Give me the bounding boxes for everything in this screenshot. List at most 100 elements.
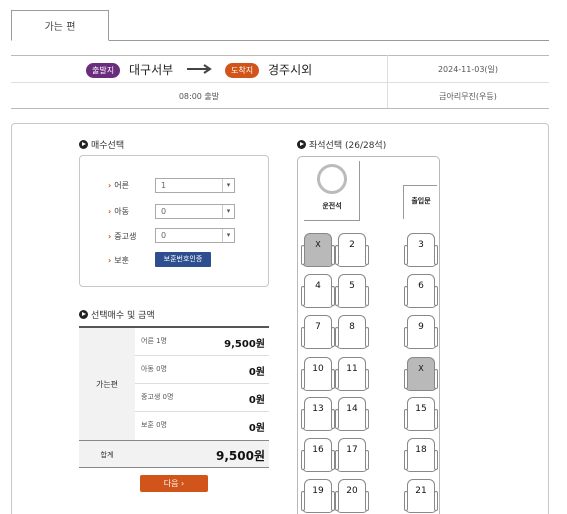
seat-number: 14 <box>346 404 358 414</box>
seat-base <box>336 462 368 472</box>
seat[interactable]: 10 <box>301 357 335 393</box>
driver-area: 운전석 <box>304 161 360 221</box>
seat-base <box>302 257 334 267</box>
seat-number: 19 <box>312 486 324 496</box>
trip-label: 가는편 <box>79 328 135 440</box>
booking-panel: 매수선택 어른 1 ▾ 아동 0 ▾ 중고생 0 ▾ 보훈 보훈번호인증 선택매… <box>11 123 549 514</box>
seat[interactable]: 9 <box>404 315 438 351</box>
seat-base <box>405 421 437 431</box>
seat-base <box>336 339 368 349</box>
section-title-text: 매수선택 <box>91 141 125 151</box>
seat[interactable]: 11 <box>335 357 369 393</box>
fare-total-row: 합계 9,500원 <box>79 440 269 468</box>
seat-base <box>405 503 437 513</box>
seat-base <box>336 503 368 513</box>
seat-base <box>336 257 368 267</box>
seat-number: 6 <box>418 281 424 291</box>
fare-row-label: 보훈 0명 <box>141 421 167 429</box>
seat[interactable]: 16 <box>301 438 335 474</box>
seat-base <box>405 462 437 472</box>
seat-number: 15 <box>415 404 427 414</box>
fare-row-label: 중고생 0명 <box>141 393 174 401</box>
seat-number: 20 <box>346 486 358 496</box>
seat-base <box>302 339 334 349</box>
seat-number: 5 <box>349 281 355 291</box>
seat[interactable]: 8 <box>335 315 369 351</box>
divider <box>11 55 549 56</box>
arrival-city: 경주시외 <box>268 63 313 77</box>
seat[interactable]: 15 <box>404 397 438 433</box>
adult-label: 어른 <box>108 180 129 191</box>
fare-row-value: 0원 <box>248 395 265 406</box>
seat[interactable]: 19 <box>301 479 335 514</box>
seat-number: 18 <box>415 445 427 455</box>
seat[interactable]: 4 <box>301 274 335 310</box>
total-label: 합계 <box>100 451 114 459</box>
tab-outbound[interactable]: 가는 편 <box>11 10 109 41</box>
seat[interactable]: 6 <box>404 274 438 310</box>
total-value: 9,500원 <box>216 449 265 463</box>
fare-row-label: 아동 0명 <box>141 365 167 373</box>
driver-label: 운전석 <box>322 202 342 210</box>
select-value: 0 <box>161 207 167 216</box>
seat-number: 4 <box>315 281 321 291</box>
page: 가는 편 출발지 대구서부 도착지 경주시외 2024-11-03(일) 08:… <box>0 0 567 514</box>
adult-count-select[interactable]: 1 ▾ <box>155 178 235 193</box>
seat[interactable]: 18 <box>404 438 438 474</box>
child-label: 아동 <box>108 206 129 217</box>
seat-number: 11 <box>346 364 358 374</box>
divider <box>11 82 549 83</box>
seat-section-title: 좌석선택 (26/28석) <box>297 138 386 151</box>
table-row: 보훈 0명 0원 <box>135 412 269 440</box>
route-summary: 출발지 대구서부 도착지 경주시외 2024-11-03(일) 08:00 출발… <box>11 55 549 109</box>
seat[interactable]: 7 <box>301 315 335 351</box>
door-area: 출입문 <box>403 185 437 219</box>
seat-base <box>336 298 368 308</box>
seat[interactable]: 13 <box>301 397 335 433</box>
seat-number: 7 <box>315 322 321 332</box>
seat[interactable]: 5 <box>335 274 369 310</box>
student-count-select[interactable]: 0 ▾ <box>155 228 235 243</box>
chevron-down-icon: ▾ <box>222 229 234 242</box>
seat-number: 2 <box>349 240 355 250</box>
seat-base <box>405 339 437 349</box>
seat-base <box>302 381 334 391</box>
seat[interactable]: 2 <box>335 233 369 269</box>
seat-number: 8 <box>349 322 355 332</box>
fare-row-value: 0원 <box>248 367 265 378</box>
veteran-label: 보훈 <box>108 255 129 266</box>
section-title-text: 선택매수 및 금액 <box>91 311 155 321</box>
divider <box>11 108 549 109</box>
departure-city: 대구서부 <box>129 63 174 77</box>
chevron-down-icon: ▾ <box>222 179 234 192</box>
table-row: 중고생 0명 0원 <box>135 384 269 412</box>
seat[interactable]: 14 <box>335 397 369 433</box>
door-label: 출입문 <box>411 197 431 205</box>
table-row: 어른 1명 9,500원 <box>135 328 269 356</box>
seat[interactable]: 3 <box>404 233 438 269</box>
seat-taken: X <box>404 357 438 393</box>
seat-number: 9 <box>418 322 424 332</box>
seat-base <box>405 381 437 391</box>
seat[interactable]: 21 <box>404 479 438 514</box>
seat-base <box>302 298 334 308</box>
bullet-icon <box>297 140 306 149</box>
fare-row-label: 어른 1명 <box>141 337 167 345</box>
ticket-count-box: 어른 1 ▾ 아동 0 ▾ 중고생 0 ▾ 보훈 보훈번호인증 <box>79 155 269 287</box>
fare-table: 가는편 어른 1명 9,500원 아동 0명 0원 중고생 0명 0원 보훈 0… <box>79 326 269 468</box>
seat-map: 운전석 출입문 X 2 3 4 5 6 7 8 9 10 11 X 13 14 15 16 17 18 19 20 21 <box>297 156 440 514</box>
bus-company: 금아리무진(우등) <box>439 92 497 101</box>
select-value: 0 <box>161 231 167 240</box>
seat-number: 21 <box>415 486 427 496</box>
chevron-down-icon: ▾ <box>222 205 234 218</box>
section-title-text: 좌석선택 (26/28석) <box>309 141 387 151</box>
departure-badge: 출발지 <box>86 63 121 78</box>
child-count-select[interactable]: 0 ▾ <box>155 204 235 219</box>
veteran-verify-button[interactable]: 보훈번호인증 <box>155 252 211 267</box>
seat[interactable]: 17 <box>335 438 369 474</box>
next-button[interactable]: 다음 › <box>140 475 208 492</box>
fare-row-value: 0원 <box>248 423 265 434</box>
fare-row-value: 9,500원 <box>224 339 265 350</box>
seat[interactable]: 20 <box>335 479 369 514</box>
seat-taken: X <box>301 233 335 269</box>
